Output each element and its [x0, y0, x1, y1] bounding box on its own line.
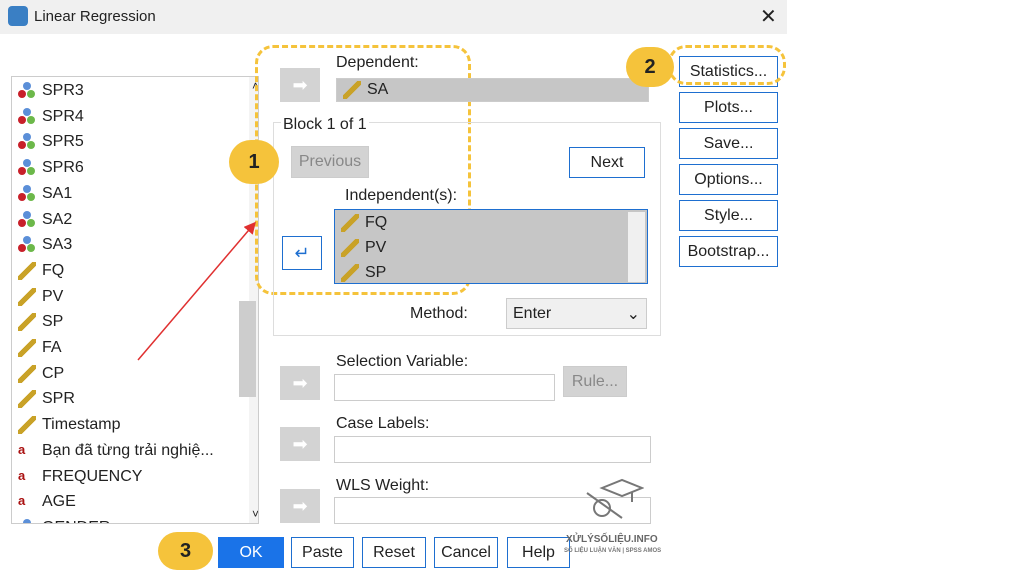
watermark-brand: XỬLÝSỐLIỆU.INFO [566, 534, 658, 545]
graduation-cap-logo [582, 478, 645, 524]
watermark-tagline: SỐ LIỆU LUẬN VĂN | SPSS AMOS [564, 548, 662, 554]
red-arrow [137, 221, 256, 361]
